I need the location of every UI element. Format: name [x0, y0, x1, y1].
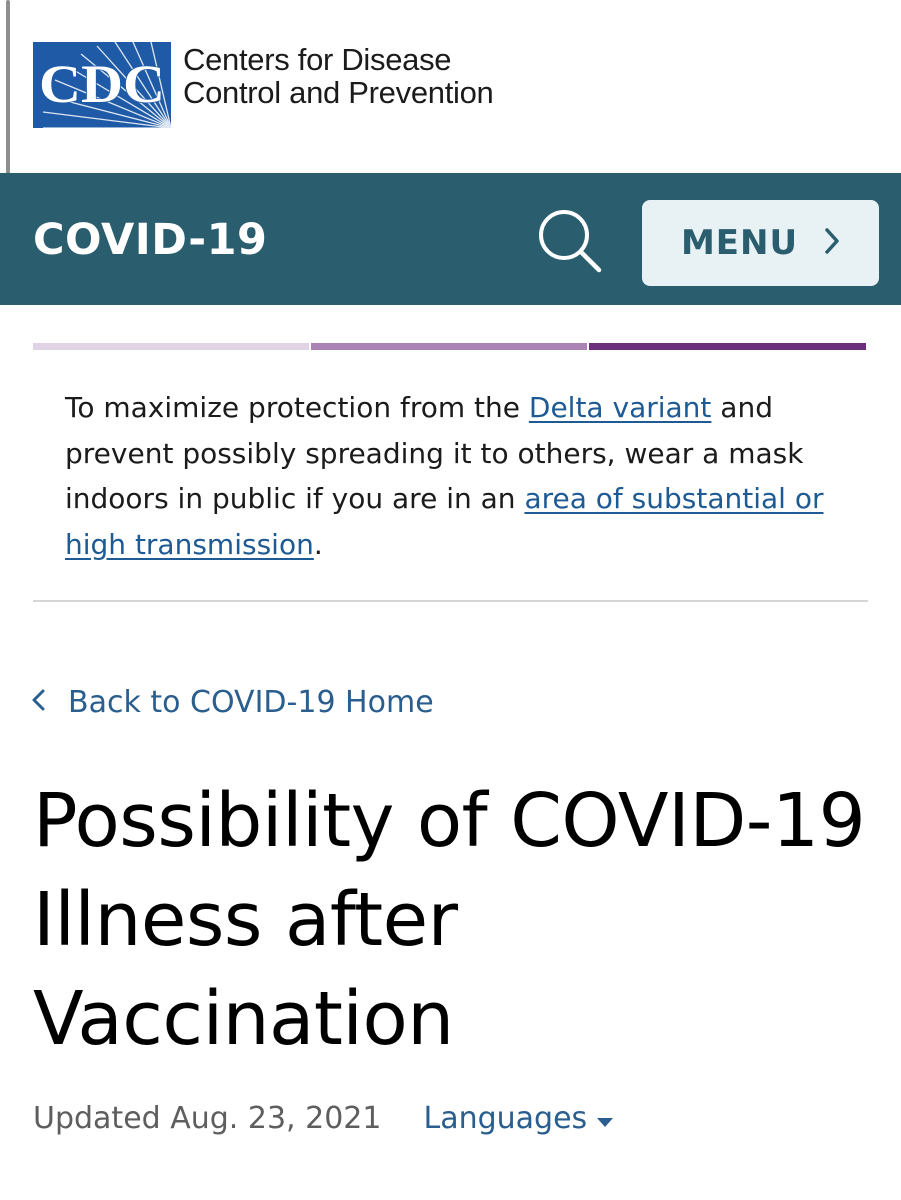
languages-label: Languages: [423, 1100, 588, 1136]
cdc-logo-mark: CDC: [33, 42, 171, 128]
logo-line-1: Centers for Disease: [183, 42, 452, 77]
topic-title[interactable]: COVID-19: [33, 215, 267, 265]
menu-button[interactable]: MENU: [642, 200, 879, 286]
chevron-left-icon: [30, 688, 46, 716]
cdc-logo-wordmark: Centers for Disease Control and Preventi…: [183, 42, 494, 110]
mask-alert-message: To maximize protection from the Delta va…: [65, 385, 865, 567]
search-button[interactable]: [536, 207, 602, 273]
page-meta: Updated Aug. 23, 2021 Languages: [33, 1095, 614, 1141]
back-link-label: Back to COVID-19 Home: [68, 684, 434, 720]
cdc-logo[interactable]: CDC Centers for Disease Control and Prev…: [33, 42, 494, 128]
topic-header-bar: COVID-19 MENU: [0, 173, 901, 305]
menu-button-label: MENU: [680, 223, 799, 263]
scroll-indicator[interactable]: [6, 0, 10, 200]
cdc-logo-mark-text: CDC: [39, 54, 165, 114]
caret-down-icon: [597, 1101, 614, 1136]
languages-dropdown[interactable]: Languages: [423, 1100, 614, 1136]
search-icon: [539, 210, 602, 273]
page-title: Possibility of COVID-19 Illness after Va…: [33, 778, 866, 1062]
divider: [33, 600, 868, 602]
delta-variant-link[interactable]: Delta variant: [529, 391, 712, 424]
page: CDC Centers for Disease Control and Prev…: [0, 0, 901, 1200]
alert-strip-segment-2: [311, 343, 587, 350]
back-to-home-link[interactable]: Back to COVID-19 Home: [30, 680, 434, 724]
updated-date: Updated Aug. 23, 2021: [33, 1100, 382, 1136]
alert-strip-segment-1: [33, 343, 309, 350]
alert-text-1: To maximize protection from the: [65, 391, 529, 424]
alert-text-3: .: [313, 527, 323, 561]
logo-line-2: Control and Prevention: [183, 75, 494, 110]
chevron-right-icon: [824, 227, 840, 259]
alert-strip-segment-3: [589, 343, 866, 350]
